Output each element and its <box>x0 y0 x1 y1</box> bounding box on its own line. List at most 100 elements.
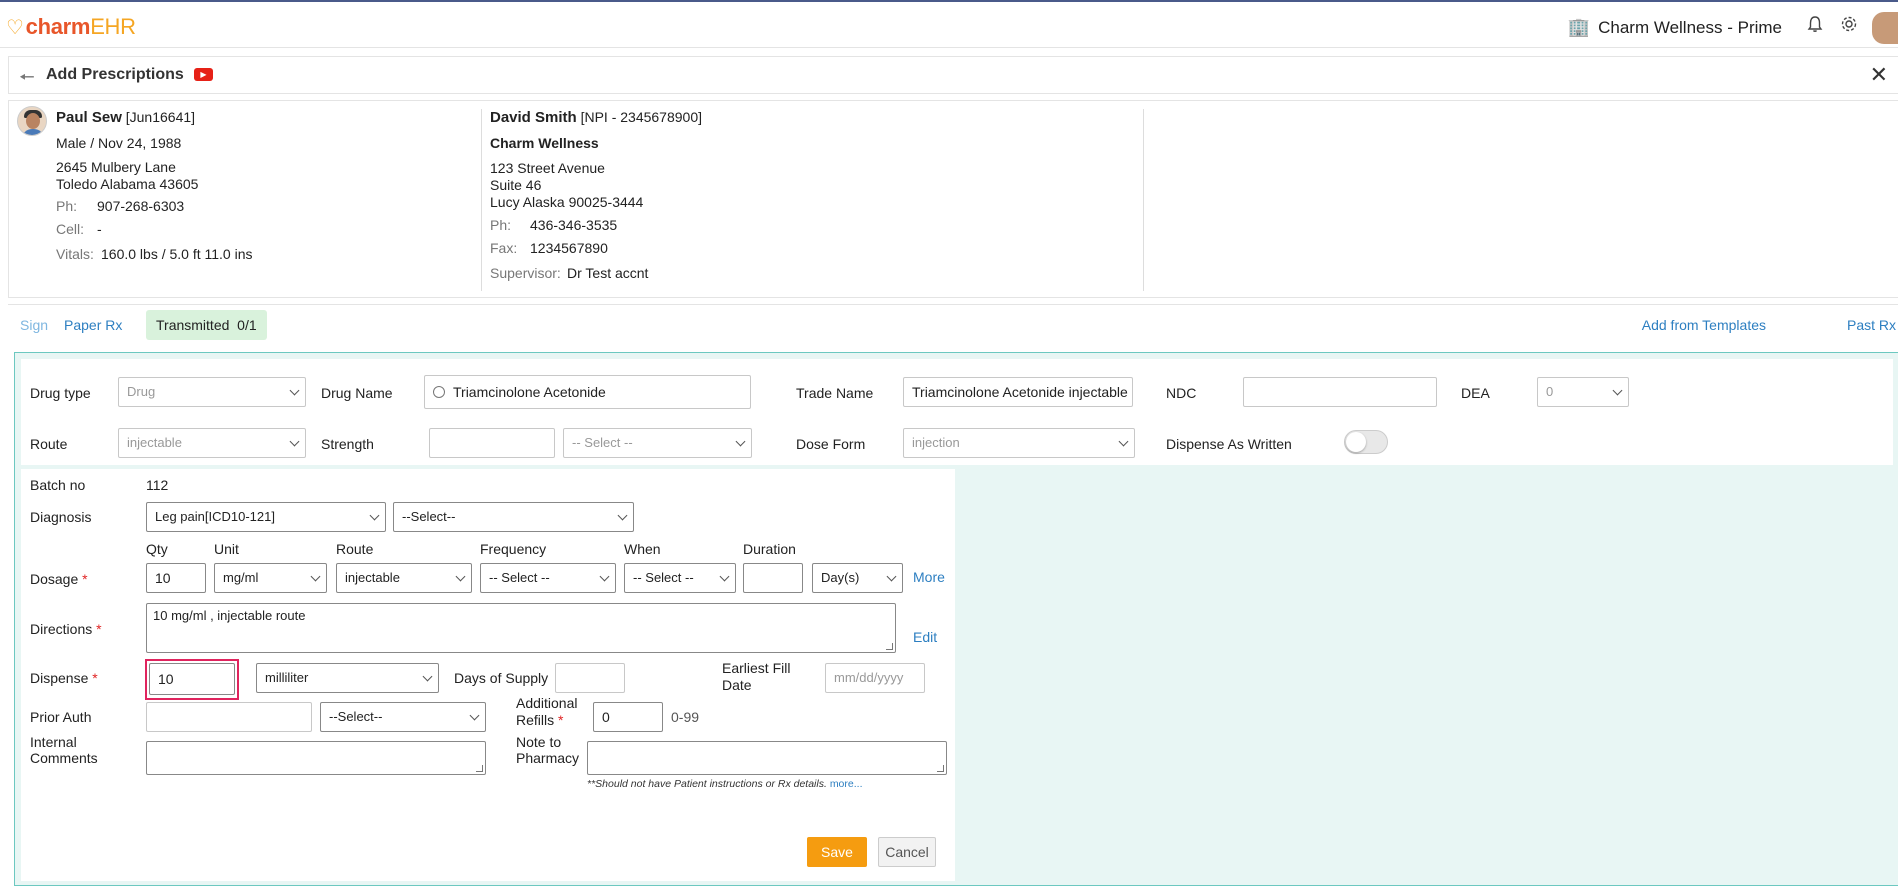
dispense-as-written-label: Dispense As Written <box>1166 436 1292 452</box>
toggle-knob <box>1346 432 1366 452</box>
strength-unit-select[interactable]: -- Select -- <box>563 428 752 458</box>
chevron-down-icon <box>886 571 897 582</box>
drug-name-input[interactable]: Triamcinolone Acetonide <box>424 375 751 409</box>
when-select[interactable]: -- Select -- <box>624 563 736 593</box>
days-of-supply-input[interactable] <box>555 663 625 693</box>
dosage-route-select[interactable]: injectable <box>336 563 472 593</box>
more-link[interactable]: More <box>913 569 945 585</box>
dispense-as-written-toggle[interactable] <box>1344 430 1388 454</box>
add-from-templates-link[interactable]: Add from Templates <box>1642 317 1766 333</box>
provider-supervisor: Dr Test accnt <box>567 265 649 281</box>
bell-icon[interactable] <box>1804 15 1826 37</box>
route-select[interactable]: injectable <box>118 428 306 458</box>
tab-paper-rx[interactable]: Paper Rx <box>64 317 122 333</box>
edit-directions-link[interactable]: Edit <box>913 629 937 645</box>
chevron-down-icon <box>599 571 610 582</box>
save-button[interactable]: Save <box>807 837 867 867</box>
note-to-pharmacy-label-2: Pharmacy <box>516 750 580 766</box>
unit-select[interactable]: mg/ml <box>214 563 327 593</box>
note-to-pharmacy-textarea[interactable] <box>587 741 947 775</box>
duration-input[interactable] <box>743 563 803 593</box>
facility-name: Charm Wellness - Prime <box>1598 17 1782 37</box>
diagnosis-secondary-select[interactable]: --Select-- <box>393 502 634 532</box>
drug-details-panel: Drug type Drug Drug Name Triamcinolone A… <box>21 359 1893 465</box>
required-marker: * <box>82 571 88 587</box>
note-to-pharmacy-label: Note to <box>516 734 562 750</box>
earliest-fill-date-input[interactable]: mm/dd/yyyy <box>825 663 925 693</box>
video-help-icon[interactable]: ▶ <box>194 68 213 81</box>
diagnosis-label: Diagnosis <box>30 509 92 525</box>
facility-selector[interactable]: 🏢 Charm Wellness - Prime <box>1568 17 1782 38</box>
strength-label: Strength <box>321 436 374 452</box>
resize-grip-icon[interactable] <box>886 643 893 650</box>
frequency-select[interactable]: -- Select -- <box>480 563 616 593</box>
days-of-supply-label: Days of Supply <box>454 670 549 686</box>
chevron-down-icon <box>1118 436 1129 447</box>
directions-textarea[interactable]: 10 mg/ml , injectable route <box>146 603 896 653</box>
patient-vitals-label: Vitals: <box>56 246 94 262</box>
patient-avatar <box>17 106 47 136</box>
chevron-down-icon <box>735 436 746 447</box>
patient-address-2: Toledo Alabama 43605 <box>56 176 199 192</box>
transmitted-count: 0/1 <box>237 317 257 333</box>
chevron-down-icon <box>1612 385 1623 396</box>
provider-address-2: Suite 46 <box>490 177 542 193</box>
gear-icon[interactable] <box>1838 15 1860 37</box>
provider-phone-label: Ph: <box>490 217 512 233</box>
dea-select[interactable]: 0 <box>1537 377 1629 407</box>
resize-grip-icon[interactable] <box>476 765 483 772</box>
charm-ehr-logo[interactable]: ♡charmEHR <box>6 14 136 40</box>
batch-no-label: Batch no <box>30 477 86 493</box>
prescription-form: Drug type Drug Drug Name Triamcinolone A… <box>14 352 1898 886</box>
required-marker: * <box>92 670 98 686</box>
rx-tab-bar: Sign Paper Rx Transmitted 0/1 Add from T… <box>8 304 1898 344</box>
directions-label: Directions * <box>30 621 102 637</box>
tab-sign[interactable]: Sign <box>20 317 48 333</box>
qty-input[interactable]: 10 <box>146 563 206 593</box>
patient-phone: 907-268-6303 <box>97 198 185 214</box>
patient-id: [Jun16641] <box>125 109 196 125</box>
chevron-down-icon <box>422 671 433 682</box>
dea-label: DEA <box>1461 385 1490 401</box>
duration-label: Duration <box>743 541 796 557</box>
patient-cell-label: Cell: <box>56 221 85 237</box>
close-icon[interactable]: ✕ <box>1870 62 1888 88</box>
user-avatar[interactable] <box>1872 12 1898 44</box>
frequency-label: Frequency <box>480 541 547 557</box>
dispense-input[interactable]: 10 <box>149 663 235 695</box>
tab-transmitted[interactable]: Transmitted 0/1 <box>146 310 267 340</box>
note-more-link[interactable]: more... <box>830 778 863 790</box>
dispense-unit-select[interactable]: milliliter <box>256 663 439 693</box>
prior-auth-input[interactable] <box>146 702 312 732</box>
back-arrow-icon[interactable]: 🠔 <box>19 65 35 95</box>
additional-refills-label: Additional <box>516 695 578 711</box>
page-title: Add Prescriptions <box>46 66 184 83</box>
required-marker: * <box>96 621 102 637</box>
trade-name-input[interactable]: Triamcinolone Acetonide injectable <box>903 377 1133 407</box>
internal-comments-textarea[interactable] <box>146 741 486 775</box>
resize-grip-icon[interactable] <box>937 765 944 772</box>
earliest-fill-label-2: Date <box>722 677 752 693</box>
strength-input[interactable] <box>429 428 555 458</box>
provider-npi: [NPI - 2345678900] <box>580 109 702 125</box>
diagnosis-select[interactable]: Leg pain[ICD10-121] <box>146 502 386 532</box>
chevron-down-icon <box>369 510 380 521</box>
prior-auth-select[interactable]: --Select-- <box>320 702 486 732</box>
additional-refills-input[interactable]: 0 <box>593 702 663 732</box>
prior-auth-label: Prior Auth <box>30 709 92 725</box>
drug-type-select[interactable]: Drug <box>118 377 306 407</box>
patient-name[interactable]: Paul Sew <box>56 109 122 126</box>
chevron-down-icon <box>289 385 300 396</box>
dosage-route-label: Route <box>336 541 374 557</box>
dose-form-select[interactable]: injection <box>903 428 1135 458</box>
provider-supervisor-label: Supervisor: <box>490 265 561 281</box>
ndc-input[interactable] <box>1243 377 1437 407</box>
cancel-button[interactable]: Cancel <box>878 837 936 867</box>
patient-name-line: Paul Sew [Jun16641] <box>56 109 195 126</box>
duration-unit-select[interactable]: Day(s) <box>812 563 903 593</box>
drug-name-label: Drug Name <box>321 385 393 401</box>
chevron-down-icon <box>469 710 480 721</box>
refills-range-hint: 0-99 <box>671 709 700 725</box>
past-rx-link[interactable]: Past Rx <box>1847 317 1896 333</box>
provider-phone: 436-346-3535 <box>530 217 618 233</box>
